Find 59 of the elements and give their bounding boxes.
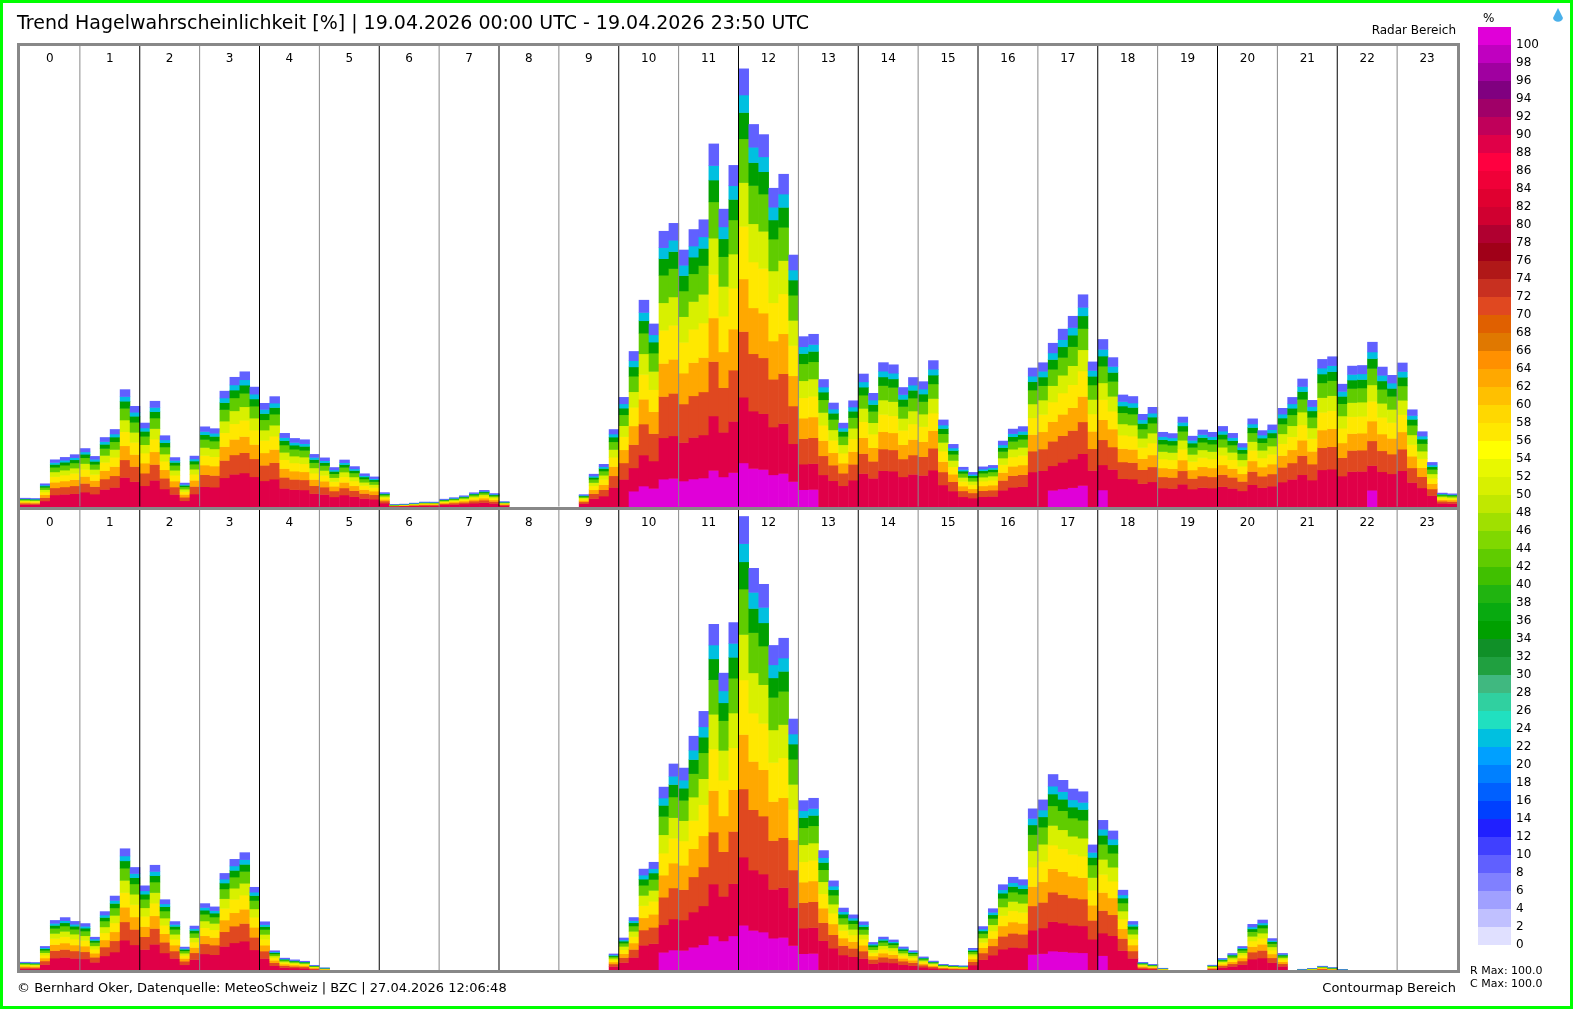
legend-label: 64 (1516, 362, 1532, 375)
legend-label: 78 (1516, 236, 1532, 249)
area-label: Radar Bereich (1371, 22, 1456, 39)
legend-label: 10 (1516, 848, 1532, 861)
c-max-value: C Max: 100.0 (1470, 977, 1544, 990)
legend-label: 68 (1516, 326, 1532, 339)
legend-label: 2 (1516, 920, 1524, 933)
legend-unit: % (1483, 11, 1495, 25)
legend-label: 26 (1516, 704, 1532, 717)
legend-label: 14 (1516, 812, 1532, 825)
legend-label: 62 (1516, 380, 1532, 393)
legend-label: 16 (1516, 794, 1532, 807)
legend-label: 76 (1516, 254, 1532, 267)
area-label: Contourmap Bereich (1322, 979, 1456, 998)
legend-label: 28 (1516, 686, 1532, 699)
legend-label: 60 (1516, 398, 1532, 411)
legend-label: 72 (1516, 290, 1532, 303)
legend-label: 98 (1516, 56, 1532, 69)
legend-label: 82 (1516, 200, 1532, 213)
footer-credit: © Bernhard Oker, Datenquelle: MeteoSchweiz | BZC | 27.04.2026 12:06:48 (17, 979, 507, 998)
legend-label: 12 (1516, 830, 1532, 843)
legend-label: 20 (1516, 758, 1532, 771)
legend-label: 36 (1516, 614, 1532, 627)
legend-label: 56 (1516, 434, 1532, 447)
legend-label: 38 (1516, 596, 1532, 609)
legend-label: 34 (1516, 632, 1532, 645)
legend-label: 32 (1516, 650, 1532, 663)
legend-label: 4 (1516, 902, 1524, 915)
legend-label: 100 (1516, 38, 1539, 51)
legend-label: 94 (1516, 92, 1532, 105)
legend-label: 30 (1516, 668, 1532, 681)
legend-label: 70 (1516, 308, 1532, 321)
legend-label: 8 (1516, 866, 1524, 879)
legend-label: 74 (1516, 272, 1532, 285)
legend-label: 86 (1516, 164, 1532, 177)
legend-label: 54 (1516, 452, 1532, 465)
legend-label: 44 (1516, 542, 1532, 555)
legend-label: 40 (1516, 578, 1532, 591)
legend-label: 88 (1516, 146, 1532, 159)
legend-label: 22 (1516, 740, 1532, 753)
legend-label: 0 (1516, 938, 1524, 951)
legend-label: 50 (1516, 488, 1532, 501)
legend-label: 84 (1516, 182, 1532, 195)
legend-label: 96 (1516, 74, 1532, 87)
legend-label: 66 (1516, 344, 1532, 357)
chart-title: Trend Hagelwahrscheinlichkeit [%] | 19.04.2026 00:00 UTC - 19.04.2026 23:50 UTC (17, 11, 810, 33)
legend-label: 18 (1516, 776, 1532, 789)
legend-label: 48 (1516, 506, 1532, 519)
legend-label: 52 (1516, 470, 1532, 483)
legend-label: 58 (1516, 416, 1532, 429)
legend-label: 46 (1516, 524, 1532, 537)
legend-label: 80 (1516, 218, 1532, 231)
water-drop-icon (1552, 8, 1564, 25)
r-max-value: R Max: 100.0 (1470, 964, 1544, 977)
legend-label: 92 (1516, 110, 1532, 123)
legend-label: 24 (1516, 722, 1532, 735)
legend-label: 90 (1516, 128, 1532, 141)
legend-label: 42 (1516, 560, 1532, 573)
legend-label: 6 (1516, 884, 1524, 897)
